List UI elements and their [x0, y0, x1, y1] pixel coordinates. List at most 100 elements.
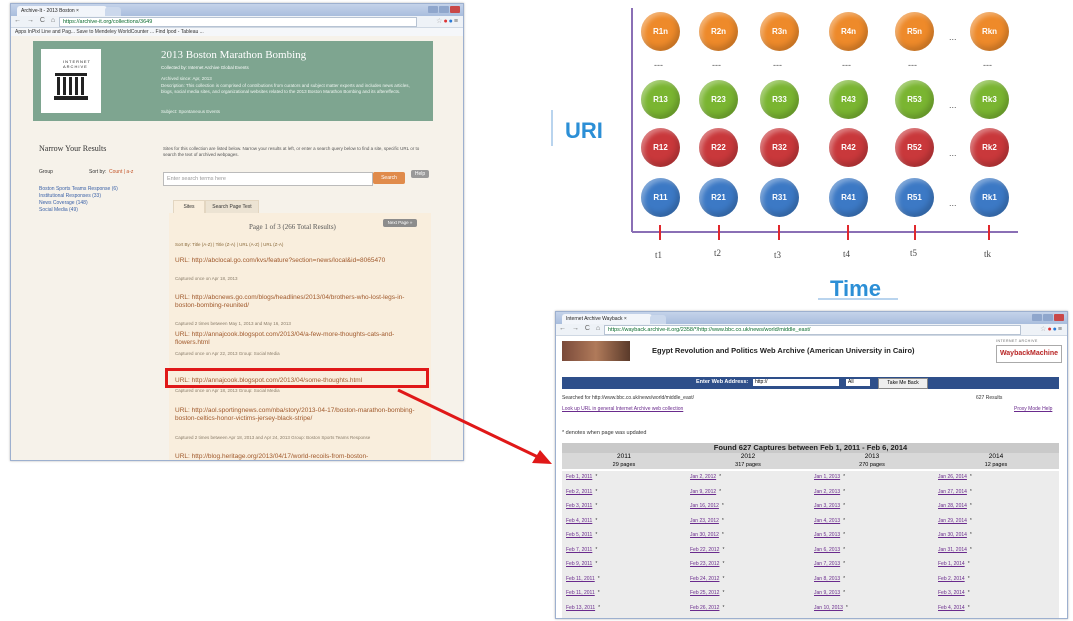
capture-date-link[interactable]: Jan 4, 2013: [814, 518, 840, 524]
capture-date-link[interactable]: Feb 2, 2014: [938, 576, 965, 582]
updated-star: *: [969, 488, 972, 495]
capture-date-link[interactable]: Jan 6, 2013: [814, 547, 840, 553]
web-address-input[interactable]: http://: [753, 379, 839, 386]
updated-star: *: [722, 546, 725, 553]
time-tick-label: t4: [843, 249, 851, 259]
take-me-back-button[interactable]: Take Me Back: [878, 378, 928, 389]
updated-star: *: [595, 503, 598, 509]
updated-star: *: [595, 517, 598, 524]
capture-date-link[interactable]: Feb 25, 2012: [690, 590, 719, 596]
capture-date-link[interactable]: Jan 31, 2014: [938, 547, 967, 553]
updated-star: *: [843, 503, 846, 509]
updated-star: *: [595, 532, 598, 538]
updated-star: *: [843, 532, 846, 538]
updated-star: *: [722, 590, 725, 596]
capture-date-link[interactable]: Jan 3, 2013: [814, 503, 840, 509]
updated-star: *: [719, 488, 722, 495]
results-count: 627 Results: [976, 395, 1003, 401]
updated-star: *: [843, 517, 846, 524]
capture-date-cell: Jan 3, 2013 *: [814, 503, 845, 509]
capture-date-link[interactable]: Jan 5, 2013: [814, 532, 840, 538]
capture-date-link[interactable]: Jan 9, 2013: [814, 590, 840, 596]
nav-buttons[interactable]: ← → C ⌂: [559, 325, 602, 332]
minimize-icon[interactable]: [1032, 314, 1042, 321]
capture-date-link[interactable]: Feb 26, 2012: [690, 605, 719, 611]
column-ellipsis: ---: [842, 60, 851, 70]
capture-date-link[interactable]: Jan 1, 2013: [814, 474, 840, 480]
capture-date-cell: Feb 13, 2011 *: [566, 605, 600, 611]
capture-date-cell: Feb 26, 2012 *: [690, 605, 724, 611]
resource-circle: R52: [895, 128, 934, 167]
capture-date-link[interactable]: Feb 3, 2011: [566, 503, 592, 509]
capture-date-link[interactable]: Feb 9, 2011: [566, 561, 592, 567]
capture-date-cell: Feb 24, 2012 *: [690, 576, 724, 582]
capture-date-link[interactable]: Feb 11, 2011: [566, 576, 595, 582]
updated-star: *: [969, 546, 972, 553]
capture-date-link[interactable]: Feb 1, 2011: [566, 474, 592, 480]
capture-date-link[interactable]: Feb 4, 2014: [938, 605, 965, 611]
capture-date-cell: Feb 3, 2011 *: [566, 503, 597, 509]
capture-date-link[interactable]: Feb 13, 2011: [566, 605, 595, 611]
resource-circle: R42: [829, 128, 868, 167]
capture-date-link[interactable]: Jan 7, 2013: [814, 561, 840, 567]
capture-date-cell: Jan 29, 2014 *: [938, 518, 972, 524]
capture-date-link[interactable]: Jan 29, 2014: [938, 518, 967, 524]
capture-date-cell: Jan 2, 2012 *: [690, 474, 721, 480]
capture-date-link[interactable]: Jan 16, 2012: [690, 503, 719, 509]
updated-star: *: [597, 590, 600, 596]
wayback-logo-small-text: INTERNET ARCHIVE: [996, 339, 1038, 343]
resource-circle: Rk2: [970, 128, 1009, 167]
capture-date-cell: Feb 9, 2011 *: [566, 561, 597, 567]
capture-date-cell: Jan 30, 2014 *: [938, 532, 972, 538]
capture-date-link[interactable]: Jan 30, 2012: [690, 532, 719, 538]
capture-date-link[interactable]: Jan 27, 2014: [938, 489, 967, 495]
capture-date-link[interactable]: Jan 28, 2014: [938, 503, 967, 509]
searched-for-text: Searched for http://www.bbc.co.uk/news/w…: [562, 395, 695, 401]
capture-date-cell: Feb 7, 2011 *: [566, 547, 597, 553]
updated-star: *: [595, 474, 598, 480]
capture-date-link[interactable]: Feb 23, 2012: [690, 561, 719, 567]
capture-date-link[interactable]: Feb 5, 2011: [566, 532, 592, 538]
updated-star: *: [722, 604, 725, 611]
proxy-help-link[interactable]: Proxy Mode Help: [1014, 406, 1052, 412]
capture-date-link[interactable]: Jan 26, 2014: [938, 474, 967, 480]
capture-date-link[interactable]: Jan 2, 2013: [814, 489, 840, 495]
capture-date-link[interactable]: Jan 9, 2012: [690, 489, 716, 495]
resource-circle: Rkn: [970, 12, 1009, 51]
updated-star: *: [967, 604, 970, 611]
resource-circle: Rk3: [970, 80, 1009, 119]
capture-date-link[interactable]: Feb 1, 2014: [938, 561, 965, 567]
capture-date-link[interactable]: Feb 4, 2011: [566, 518, 592, 524]
time-tick-label: t1: [655, 250, 663, 260]
capture-date-link[interactable]: Feb 22, 2012: [690, 547, 719, 553]
year-select[interactable]: All: [846, 379, 870, 386]
column-ellipsis: ---: [773, 60, 782, 70]
capture-date-link[interactable]: Feb 11, 2011: [566, 590, 595, 596]
resource-circle: R1n: [641, 12, 680, 51]
look-up-link[interactable]: Look up URL in general Internet Archive …: [562, 406, 683, 412]
capture-date-link[interactable]: Jan 2, 2012: [690, 474, 716, 480]
browser-tab[interactable]: Internet Archive Wayback ×: [562, 314, 652, 324]
capture-date-cell: Feb 11, 2011 *: [566, 576, 600, 582]
updated-star: *: [597, 575, 600, 582]
resource-circle: R32: [760, 128, 799, 167]
close-icon[interactable]: [1054, 314, 1064, 321]
capture-date-link[interactable]: Jan 10, 2013: [814, 605, 843, 611]
maximize-icon[interactable]: [1043, 314, 1053, 321]
capture-date-link[interactable]: Feb 7, 2011: [566, 547, 592, 553]
new-tab-button[interactable]: [650, 315, 666, 324]
capture-date-cell: Feb 4, 2014 *: [938, 605, 970, 611]
capture-date-cell: Jan 30, 2012 *: [690, 532, 724, 538]
capture-date-cell: Feb 2, 2011 *: [566, 489, 597, 495]
capture-date-link[interactable]: Jan 8, 2013: [814, 576, 840, 582]
capture-date-link[interactable]: Feb 2, 2011: [566, 489, 592, 495]
capture-date-link[interactable]: Feb 3, 2014: [938, 590, 965, 596]
address-bar[interactable]: https://wayback.archive-it.org/2358/*/ht…: [604, 325, 1021, 335]
capture-date-link[interactable]: Jan 30, 2014: [938, 532, 967, 538]
extension-icons[interactable]: ☆●●≡: [1040, 325, 1063, 333]
updated-star: *: [967, 561, 970, 567]
column-ellipsis: ---: [983, 60, 992, 70]
capture-date-link[interactable]: Jan 23, 2012: [690, 518, 719, 524]
capture-date-link[interactable]: Feb 24, 2012: [690, 576, 719, 582]
column-ellipsis: ---: [654, 60, 663, 70]
